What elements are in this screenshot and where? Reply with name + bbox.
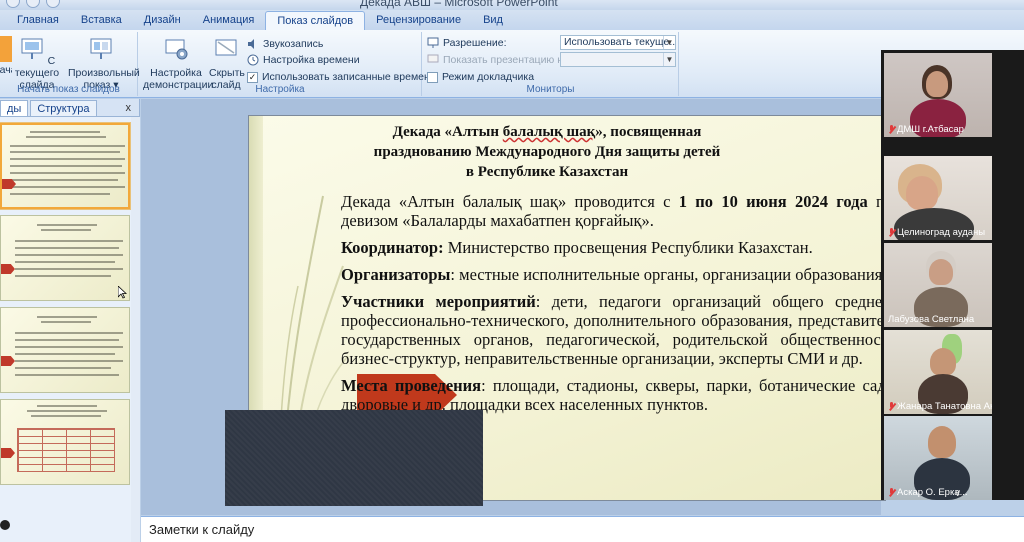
tab-slides[interactable]: ды — [0, 100, 29, 116]
mic-muted-icon — [888, 228, 895, 237]
hide-slide-icon — [215, 39, 237, 56]
participant-name: ДМШ г.Атбасар — [888, 124, 964, 135]
tab-slide-show[interactable]: Показ слайдов — [265, 11, 366, 30]
notes-pane[interactable]: Заметки к слайду — [141, 516, 1024, 542]
speaker-icon — [248, 39, 254, 49]
show-on-combo[interactable]: ▼ — [560, 52, 676, 67]
chevron-down-icon[interactable]: ▼ — [663, 36, 675, 49]
office-button-icon[interactable] — [6, 0, 20, 8]
mic-muted-icon — [888, 402, 895, 411]
participant-tile[interactable]: Лабузова Светлана — [884, 243, 992, 327]
record-dot-icon — [0, 520, 10, 530]
window-title: Декада АВШ – Microsoft PowerPoint — [360, 0, 558, 9]
setup-show-button[interactable]: Настройка демонстрации — [143, 34, 213, 91]
participant-name: Лабузова Светлана — [888, 314, 975, 325]
overlay-block — [225, 410, 483, 506]
notes-placeholder: Заметки к слайду — [149, 522, 255, 537]
timer-icon — [247, 54, 259, 66]
setup-show-icon — [165, 39, 188, 60]
slide-title[interactable]: Декада «Алтын балалық шақ», посвященная … — [367, 122, 727, 182]
participant-tile[interactable]: Жанара Танатовна Акмола — [884, 330, 992, 414]
title-bar: Декада АВШ – Microsoft PowerPoint — [0, 0, 1024, 10]
chevron-down-icon[interactable]: ∨ — [954, 488, 961, 499]
tab-insert[interactable]: Вставка — [70, 11, 133, 30]
participant-tile[interactable]: Аскар О. Ерка... — [884, 416, 992, 500]
resolution-value: Использовать текуще... — [564, 36, 676, 48]
ribbon: Нача С текущего слайда Произвольный пока… — [0, 30, 1024, 98]
tab-design[interactable]: Дизайн — [133, 11, 192, 30]
resolution-combo[interactable]: Использовать текуще... ▼ — [560, 35, 676, 50]
tab-view[interactable]: Вид — [472, 11, 514, 30]
group-start-slideshow: Нача С текущего слайда Произвольный пока… — [0, 32, 140, 96]
redo-icon[interactable] — [46, 0, 60, 8]
from-current-slide-button[interactable]: С текущего слайда — [8, 34, 66, 91]
slides-pane: ды Структура x — [0, 99, 140, 542]
rehearse-timings-label: Настройка времени — [263, 54, 360, 66]
paragraph-organizers: Организаторы: местные исполнительные орг… — [341, 265, 886, 284]
slide-thumbnail[interactable] — [0, 123, 130, 209]
participant-name: Жанара Танатовна Акмола — [888, 401, 992, 412]
custom-show-button[interactable]: Произвольный показ ▾ — [68, 34, 140, 91]
group-monitors: Разрешение: Использовать текуще... ▼ Пок… — [423, 32, 679, 96]
resolution-row: Разрешение: — [427, 35, 507, 51]
participant-name: Целиноград ауданы — [888, 227, 985, 238]
use-timings-checkbox[interactable]: ✓ Использовать записанные времена — [247, 69, 436, 85]
projector-screen-icon — [21, 38, 43, 59]
custom-show-icon — [90, 38, 112, 59]
ribbon-tabs: Главная Вставка Дизайн Анимация Показ сл… — [0, 10, 1024, 30]
group-setup: Настройка демонстрации Скрыть слайд Звук… — [139, 32, 436, 96]
record-narration-button[interactable]: Звукозапись — [247, 36, 323, 52]
tab-animation[interactable]: Анимация — [192, 11, 266, 30]
presenter-view-label: Режим докладчика — [442, 71, 535, 83]
paragraph-venues: Места проведения: площади, стадионы, скв… — [341, 376, 886, 414]
slide-thumbnail[interactable] — [0, 399, 130, 485]
paragraph-dates: Декада «Алтын балалық шақ» проводится с … — [341, 192, 885, 230]
quick-access-toolbar — [6, 0, 60, 8]
show-on-label: Показать презентацию на: — [443, 54, 572, 66]
chevron-down-icon[interactable]: ▼ — [663, 53, 675, 66]
use-timings-check-icon: ✓ — [247, 71, 258, 83]
record-narration-label: Звукозапись — [263, 38, 324, 50]
group-setup-label: Настройка — [255, 84, 305, 95]
mic-muted-icon — [888, 488, 895, 497]
presenter-view-check-icon — [427, 71, 438, 83]
use-timings-label: Использовать записанные времена — [262, 71, 436, 83]
tab-outline[interactable]: Структура — [30, 100, 97, 116]
video-participants-panel: ДМШ г.Атбасар Целиноград ауданы Лабузова… — [881, 50, 1024, 500]
presenter-view-checkbox[interactable]: Режим докладчика — [427, 69, 534, 85]
participant-tile[interactable]: ДМШ г.Атбасар — [884, 53, 992, 137]
group-start-label: Начать показ слайдов — [17, 84, 120, 95]
paragraph-participants: Участники мероприятий: дети, педагоги ор… — [341, 292, 886, 368]
slide-thumbnail[interactable] — [0, 215, 130, 301]
group-monitors-label: Мониторы — [526, 84, 575, 95]
mouse-cursor-icon — [118, 286, 127, 299]
rehearse-timings-button[interactable]: Настройка времени — [247, 52, 360, 68]
monitor-icon — [427, 54, 439, 63]
hide-slide-button[interactable]: Скрыть слайд — [209, 34, 245, 91]
tab-review[interactable]: Рецензирование — [365, 11, 472, 30]
pane-tabs: ды Структура x — [0, 99, 139, 117]
show-on-row: Показать презентацию на: — [427, 52, 572, 68]
close-icon[interactable]: x — [126, 102, 132, 114]
slide-thumbnail[interactable] — [0, 307, 130, 393]
participant-tile[interactable]: Целиноград ауданы — [884, 156, 992, 240]
powerpoint-window: Декада АВШ – Microsoft PowerPoint Главна… — [0, 0, 1024, 542]
resolution-label: Разрешение: — [443, 37, 507, 49]
mic-muted-icon — [888, 125, 895, 134]
pane-scrollbar[interactable] — [131, 117, 140, 542]
paragraph-coordinator: Координатор: Министерство просвещения Ре… — [341, 238, 813, 257]
monitor-icon — [427, 37, 439, 48]
slide-body-text[interactable]: Декада «Алтын балалық шақ» проводится с … — [341, 192, 886, 422]
undo-icon[interactable] — [26, 0, 40, 8]
tab-home[interactable]: Главная — [6, 11, 70, 30]
